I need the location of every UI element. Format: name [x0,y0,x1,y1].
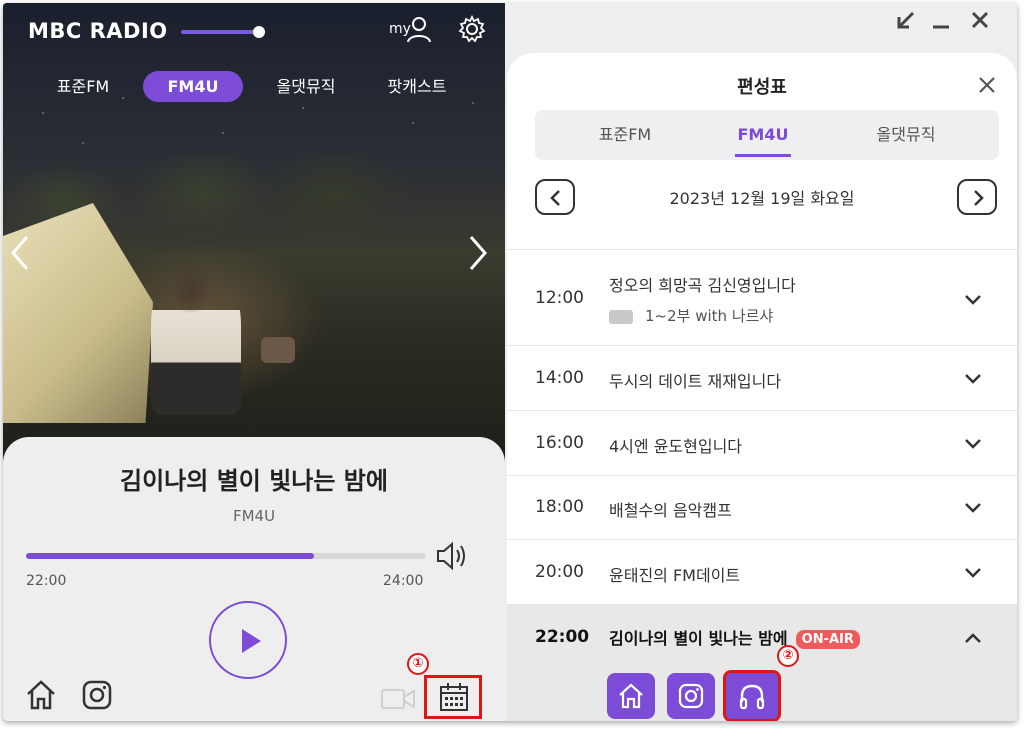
window-controls [897,11,989,29]
schedule-row[interactable]: 16:00 4시엔 윤도현입니다 [507,410,1017,475]
schedule-program: 윤태진의 FM데이트 [609,566,741,585]
next-slide-arrow-icon[interactable] [465,233,491,273]
schedule-time: 16:00 [535,433,584,453]
schedule-time: 18:00 [535,497,584,517]
schedule-channel-tabs: 표준FM FM4U 올댓뮤직 [535,110,999,160]
progress-bar[interactable] [26,553,426,559]
chevron-right-icon [974,190,984,206]
chevron-down-icon[interactable] [963,293,983,307]
player-panel: MBC RADIO my 표준FM FM4U 올댓뮤직 팟캐스트 김이나의 별이… [3,3,505,721]
mbc-radio-logo: MBC RADIO [28,19,168,43]
volume-slider-knob[interactable] [253,26,265,38]
schedule-row[interactable]: 18:00 배철수의 음악캠프 [507,475,1017,539]
now-playing-channel: FM4U [232,507,276,525]
chevron-down-icon[interactable] [963,437,983,451]
chevron-down-icon[interactable] [963,566,983,580]
active-tab-underline [735,154,791,157]
schedule-row[interactable]: 20:00 윤태진의 FM데이트 [507,539,1017,604]
schedule-tab-fm4u[interactable]: FM4U [705,110,821,160]
time-start: 22:00 [26,573,67,589]
app-window: MBC RADIO my 표준FM FM4U 올댓뮤직 팟캐스트 김이나의 별이… [3,3,1017,721]
schedule-program: 배철수의 음악캠프 [609,501,732,520]
tab-podcast[interactable]: 팟캐스트 [375,71,459,102]
tab-fm4u[interactable]: FM4U [143,71,243,102]
play-button[interactable] [209,601,287,679]
schedule-row[interactable]: 12:00 정오의 희망곡 김신영입니다 1~2부 with 나르샤 [507,249,1017,345]
time-end: 24:00 [383,573,424,589]
prev-slide-arrow-icon[interactable] [7,233,33,273]
instagram-icon[interactable] [81,679,113,711]
schedule-tab-standard-fm[interactable]: 표준FM [565,110,685,160]
video-icon [609,309,633,324]
callout-marker-2: ② [777,645,799,667]
next-day-button[interactable] [957,179,997,215]
program-home-button[interactable] [607,673,655,719]
callout-marker-1: ① [407,653,429,675]
calendar-icon [440,683,468,711]
volume-slider[interactable] [181,30,261,34]
my-page-button[interactable]: my [389,15,439,45]
program-listen-button[interactable] [723,670,781,721]
tab-all-that-music[interactable]: 올댓뮤직 [265,71,347,102]
gear-icon[interactable] [458,15,486,43]
video-camera-icon [381,689,415,709]
close-window-icon[interactable] [971,11,989,29]
home-icon [619,683,643,709]
now-playing-panel: 김이나의 별이 빛나는 밤에 FM4U 22:00 24:00 ① [3,437,505,721]
play-icon [242,629,261,653]
restore-icon[interactable] [897,11,915,29]
now-playing-title: 김이나의 별이 빛나는 밤에 [120,467,388,495]
schedule-program: 4시엔 윤도현입니다 [609,437,743,456]
schedule-program: 김이나의 별이 빛나는 밤에 ON-AIR [609,625,860,649]
user-icon [407,17,431,43]
schedule-program: 두시의 데이트 재재입니다 [609,372,782,391]
schedule-row-on-air[interactable]: 22:00 김이나의 별이 빛나는 밤에 ON-AIR ② [507,604,1017,721]
on-air-badge: ON-AIR [795,630,860,649]
schedule-panel: 편성표 표준FM FM4U 올댓뮤직 2023년 12월 19일 화요일 12:… [507,53,1017,721]
schedule-date: 2023년 12월 19일 화요일 [669,189,855,208]
program-instagram-button[interactable] [667,673,715,719]
speaker-icon[interactable] [435,541,469,571]
home-icon[interactable] [25,679,57,711]
schedule-calendar-button[interactable] [424,675,482,719]
chevron-down-icon[interactable] [963,372,983,386]
schedule-sub: 1~2부 with 나르샤 [609,305,773,326]
schedule-program: 정오의 희망곡 김신영입니다 [609,276,796,295]
chevron-down-icon[interactable] [963,501,983,515]
instagram-icon [678,683,704,709]
schedule-time: 12:00 [535,288,584,308]
schedule-row[interactable]: 14:00 두시의 데이트 재재입니다 [507,345,1017,410]
schedule-title: 편성표 [737,77,787,98]
headphones-icon [739,684,765,710]
chevron-up-icon[interactable] [963,631,983,645]
schedule-time: 14:00 [535,368,584,388]
close-icon[interactable] [975,73,999,97]
schedule-time: 20:00 [535,562,584,582]
progress-fill [26,553,314,559]
schedule-time: 22:00 [535,627,590,647]
schedule-tab-all-that-music[interactable]: 올댓뮤직 [843,110,969,160]
channel-tabs: 표준FM FM4U 올댓뮤직 팟캐스트 [3,71,505,103]
tab-standard-fm[interactable]: 표준FM [43,71,123,102]
